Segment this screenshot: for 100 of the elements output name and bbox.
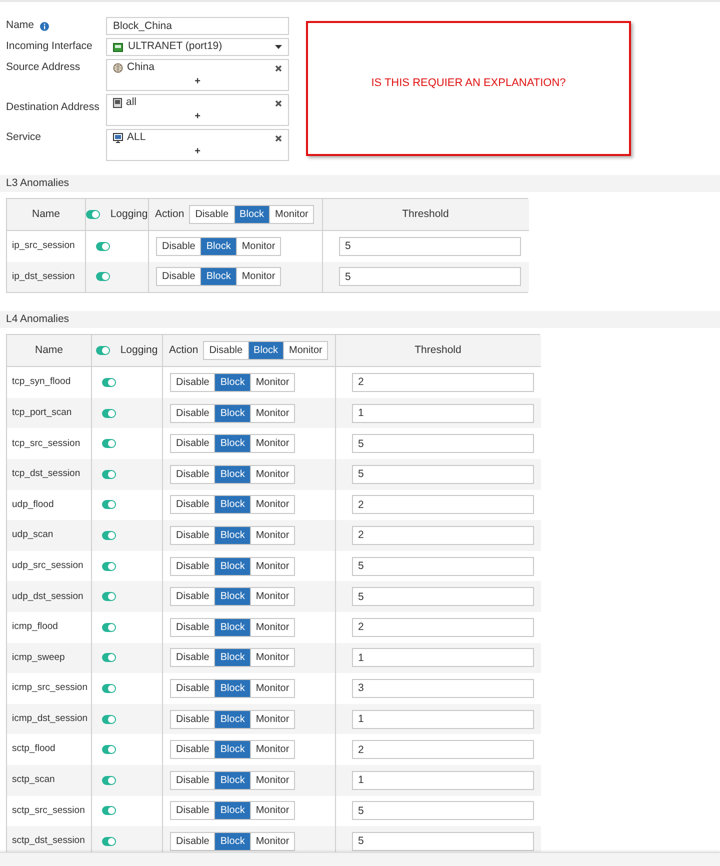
action-option[interactable]: Block: [214, 466, 250, 483]
toggle-switch[interactable]: [86, 210, 100, 219]
action-option[interactable]: Block: [234, 206, 269, 223]
toggle-switch[interactable]: [102, 776, 116, 785]
table-cell-text: sctp_dst_session: [12, 834, 85, 848]
action-option[interactable]: Block: [214, 618, 250, 636]
toggle-switch[interactable]: [102, 562, 116, 571]
toggle-switch[interactable]: [96, 272, 110, 282]
table-cell-text: udp_scan: [12, 528, 54, 542]
toggle-switch[interactable]: [102, 378, 116, 387]
threshold-field[interactable]: 5: [352, 464, 534, 484]
annotation-text: IS THIS REQUIER AN EXPLANATION?: [371, 76, 566, 92]
field-label: Incoming Interface: [6, 39, 94, 54]
threshold-field[interactable]: 5: [339, 236, 521, 256]
threshold-field[interactable]: 5: [352, 801, 534, 820]
threshold-field[interactable]: 1: [352, 770, 534, 790]
threshold-field[interactable]: 2: [352, 618, 534, 637]
threshold-field[interactable]: 1: [352, 404, 534, 423]
action-option[interactable]: Block: [214, 649, 250, 666]
threshold-field[interactable]: 1: [352, 648, 534, 668]
action-option[interactable]: Block: [248, 342, 283, 360]
table-cell: tcp_dst_session: [12, 467, 80, 482]
close-icon[interactable]: [275, 134, 282, 142]
toggle-switch[interactable]: [102, 500, 116, 510]
action-option[interactable]: Block: [214, 404, 250, 422]
toggle-switch[interactable]: [102, 745, 116, 754]
table-cell-text: sctp_flood: [12, 742, 56, 756]
action-option[interactable]: Block: [214, 802, 250, 820]
threshold-field[interactable]: 5: [339, 267, 521, 286]
toggle-switch[interactable]: [102, 470, 116, 479]
threshold-field[interactable]: 2: [352, 495, 534, 514]
toggle-switch[interactable]: [102, 408, 116, 418]
address-field[interactable]: China +: [106, 59, 289, 91]
port-icon: [113, 42, 123, 52]
toggle-switch[interactable]: [96, 346, 110, 356]
address-field[interactable]: all +: [106, 94, 289, 126]
toggle-switch[interactable]: [102, 836, 116, 846]
add-button[interactable]: +: [194, 76, 200, 88]
address-field[interactable]: ALL +: [106, 129, 289, 161]
action-option[interactable]: Block: [214, 680, 250, 697]
table-cell: sctp_scan: [12, 773, 55, 788]
toggle-switch[interactable]: [102, 530, 116, 540]
table-cell-text: tcp_port_scan: [12, 406, 72, 420]
threshold-field[interactable]: 3: [352, 678, 534, 698]
table-cell: sctp_src_session: [12, 804, 85, 818]
table-cell-text: udp_src_session: [12, 558, 84, 573]
field-label: Destination Address: [6, 100, 100, 115]
toggle-switch[interactable]: [102, 714, 116, 724]
table-cell: ip_src_session: [12, 239, 75, 254]
action-option[interactable]: Block: [214, 558, 250, 575]
table-cell-text: tcp_syn_flood: [12, 375, 71, 390]
action-option[interactable]: Block: [214, 496, 250, 514]
address-entry: all: [126, 95, 138, 110]
threshold-field[interactable]: 5: [352, 434, 534, 454]
threshold-field[interactable]: 5: [352, 556, 534, 576]
close-icon[interactable]: [275, 100, 282, 106]
action-option[interactable]: Block: [214, 588, 250, 606]
caret-icon: [275, 45, 282, 49]
toggle-switch[interactable]: [102, 684, 116, 693]
action-option[interactable]: Block: [214, 710, 250, 728]
threshold-field[interactable]: 2: [352, 526, 534, 545]
toggle-switch[interactable]: [102, 592, 116, 602]
table-cell: icmp_flood: [12, 620, 58, 634]
table-cell-text: icmp_src_session: [12, 681, 88, 696]
add-button[interactable]: +: [194, 146, 200, 158]
action-option[interactable]: Block: [214, 741, 250, 758]
field-label: Name: [6, 18, 34, 34]
action-option[interactable]: Block: [214, 435, 250, 452]
action-option[interactable]: Block: [214, 526, 250, 544]
table-cell: udp_flood: [12, 498, 54, 512]
threshold-field[interactable]: 2: [352, 372, 534, 392]
add-button[interactable]: +: [194, 111, 200, 123]
table-cell: icmp_sweep: [12, 650, 65, 665]
column-header: Action: [169, 342, 198, 358]
toggle-switch[interactable]: [102, 439, 116, 448]
column-header: Logging: [120, 342, 158, 358]
toggle-switch[interactable]: [102, 653, 116, 662]
action-option[interactable]: Block: [200, 238, 236, 255]
globe-icon: [113, 63, 123, 73]
threshold-field[interactable]: 5: [352, 587, 534, 606]
toggle-switch[interactable]: [102, 622, 116, 632]
action-option[interactable]: Block: [214, 772, 250, 789]
address-entry: China: [127, 60, 156, 76]
column-header: Logging: [110, 206, 148, 222]
name-field[interactable]: Block_China: [106, 17, 289, 35]
threshold-field[interactable]: 5: [352, 832, 534, 851]
interface-dropdown[interactable]: ULTRANET (port19): [106, 38, 289, 56]
toggle-switch[interactable]: [96, 242, 110, 251]
close-icon[interactable]: [275, 64, 282, 72]
threshold-field[interactable]: 2: [352, 740, 534, 760]
column-header: Name: [34, 342, 63, 358]
column-header: Name: [32, 206, 60, 222]
action-option[interactable]: Block: [214, 374, 250, 391]
column-header: Threshold: [414, 342, 462, 358]
address-entry: ALL: [127, 130, 147, 146]
toggle-switch[interactable]: [102, 806, 116, 816]
action-option[interactable]: Block: [214, 832, 250, 850]
action-option[interactable]: Block: [200, 268, 236, 286]
computer-icon: [113, 98, 122, 108]
threshold-field[interactable]: 1: [352, 710, 534, 729]
